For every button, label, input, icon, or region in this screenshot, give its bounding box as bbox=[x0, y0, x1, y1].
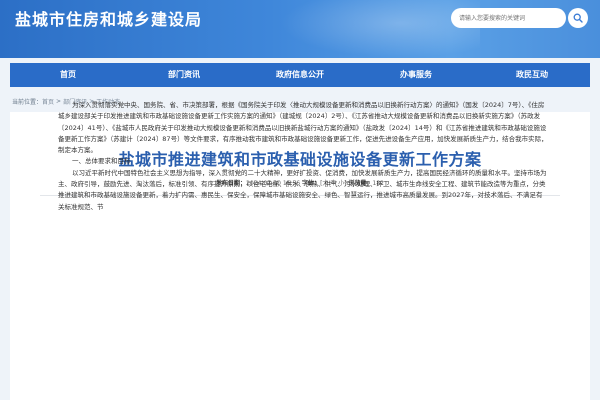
nav-item-gov-info[interactable]: 政府信息公开 bbox=[242, 63, 358, 87]
site-header: 盐城市住房和城乡建设局 bbox=[0, 0, 600, 58]
nav-item-home[interactable]: 首页 bbox=[10, 63, 126, 87]
nav-item-services[interactable]: 办事服务 bbox=[358, 63, 474, 87]
search-icon bbox=[573, 13, 583, 23]
search-input[interactable] bbox=[459, 11, 559, 25]
breadcrumb-label: 当前位置： bbox=[12, 99, 43, 106]
nav-item-department-news[interactable]: 部门资讯 bbox=[126, 63, 242, 87]
site-title[interactable]: 盐城市住房和城乡建设局 bbox=[15, 6, 202, 30]
search-box[interactable] bbox=[451, 8, 566, 28]
breadcrumb-home[interactable]: 首页 bbox=[42, 97, 54, 106]
main-nav: 首页 部门资讯 政府信息公开 办事服务 政民互动 bbox=[10, 63, 590, 87]
header-decoration bbox=[280, 0, 480, 58]
article-paragraph: 以习近平新时代中国特色社会主义思想为指导，深入贯彻党的二十大精神，更好扩投资、促… bbox=[58, 168, 547, 211]
section-heading: 一、总体要求和目标 bbox=[72, 157, 131, 166]
nav-item-interaction[interactable]: 政民互动 bbox=[474, 63, 590, 87]
article-paragraph: 为深入贯彻落实党中央、国务院、省、市决策部署，根据《国务院关于印发〈推动大规模设… bbox=[58, 101, 548, 155]
article-body: 为深入贯彻落实党中央、国务院、省、市决策部署，根据《国务院关于印发〈推动大规模设… bbox=[58, 100, 548, 213]
search-button[interactable] bbox=[568, 8, 588, 28]
